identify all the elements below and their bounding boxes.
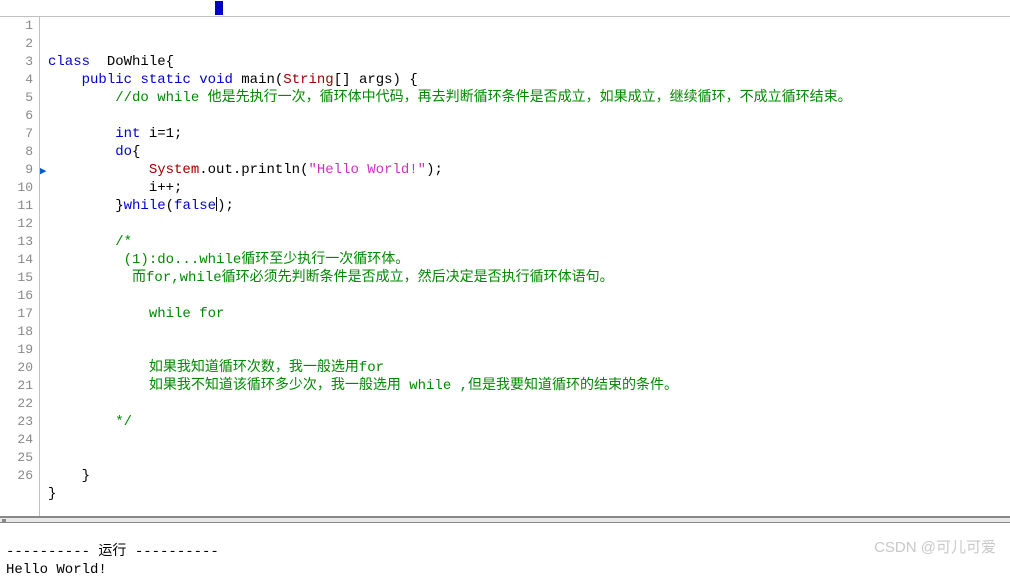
code-line bbox=[48, 432, 56, 448]
ruler-caret-marker bbox=[215, 1, 223, 15]
console-line: Hello World! bbox=[6, 562, 107, 578]
code-line bbox=[48, 324, 56, 340]
code-line: int i=1; bbox=[48, 126, 182, 142]
code-line bbox=[48, 288, 56, 304]
current-line-marker-icon: ▶ bbox=[40, 163, 46, 181]
output-console[interactable]: ---------- 运行 ---------- Hello World! bbox=[0, 523, 1010, 571]
code-line: //do while 他是先执行一次，循环体中代码，再去判断循环条件是否成立，如… bbox=[48, 90, 852, 106]
code-line: public static void main(String[] args) { bbox=[48, 72, 418, 88]
line-number-gutter: 1 2 3 4 5 6 7 8 9 10 11 12 13 14 15 16 1… bbox=[0, 17, 40, 516]
code-line: /* bbox=[48, 234, 132, 250]
code-line: (1):do...while循环至少执行一次循环体。 bbox=[48, 252, 409, 268]
code-line: } bbox=[48, 486, 56, 502]
code-line: while for bbox=[48, 306, 224, 322]
code-line: 而for,while循环必须先判断条件是否成立，然后决定是否执行循环体语句。 bbox=[48, 270, 614, 286]
code-line: }while(false); bbox=[48, 198, 234, 214]
code-line bbox=[48, 108, 56, 124]
code-line bbox=[48, 342, 56, 358]
code-line: */ bbox=[48, 414, 132, 430]
code-line: 如果我知道循环次数，我一般选用for bbox=[48, 360, 384, 376]
editor: 1 2 3 4 5 6 7 8 9 10 11 12 13 14 15 16 1… bbox=[0, 17, 1010, 517]
code-line: } bbox=[48, 468, 90, 484]
code-line: System.out.println("Hello World!"); bbox=[48, 162, 443, 178]
splitter-handle[interactable] bbox=[0, 517, 1010, 523]
code-line: 如果我不知道该循环多少次，我一般选用 while ,但是我要知道循环的结束的条件… bbox=[48, 378, 678, 394]
code-line bbox=[48, 504, 56, 516]
code-line: do{ bbox=[48, 144, 140, 160]
console-line: ---------- 运行 ---------- bbox=[6, 544, 219, 560]
code-area[interactable]: ▶ class DoWhile{ public static void main… bbox=[40, 17, 1010, 516]
code-line bbox=[48, 396, 56, 412]
code-line: i++; bbox=[48, 180, 182, 196]
column-ruler: ----+----1----+----2----+----3----+----4… bbox=[0, 0, 1010, 17]
code-line bbox=[48, 216, 56, 232]
code-line bbox=[48, 450, 56, 466]
